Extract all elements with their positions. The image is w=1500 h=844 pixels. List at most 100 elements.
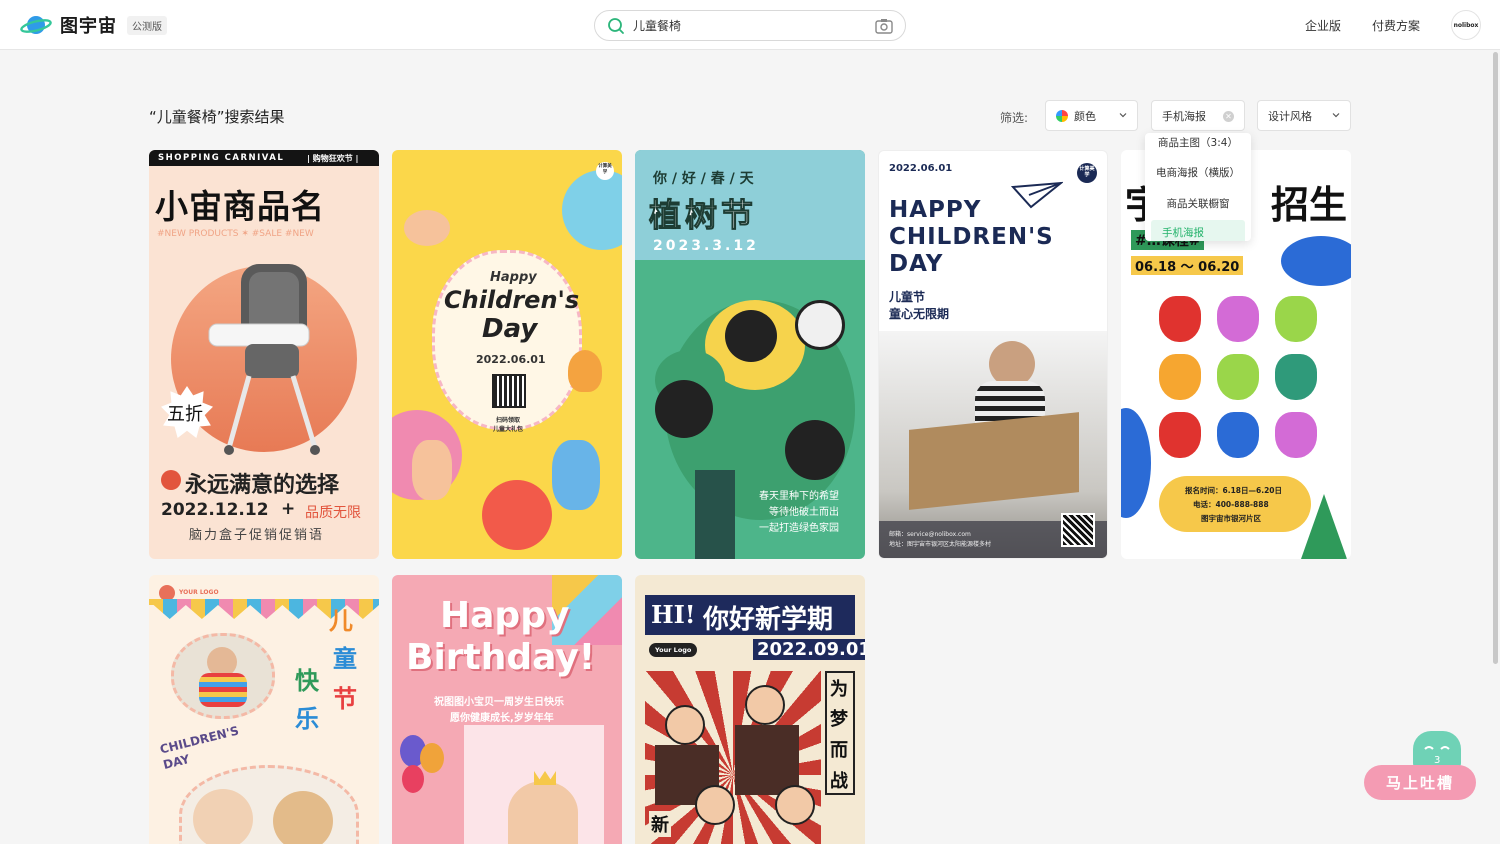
search-input[interactable] bbox=[633, 18, 863, 33]
line-1: 春天里种下的希望 bbox=[759, 491, 839, 502]
event-date: 2022.06.01 bbox=[889, 163, 953, 174]
line-1: 祝图图小宝贝一周岁生日快乐 bbox=[434, 697, 564, 708]
info-2: 电话：400-888-888 bbox=[1193, 500, 1269, 509]
header-text: 你 / 好 / 春 / 天 bbox=[653, 171, 754, 187]
discount-badge: 五折 bbox=[167, 404, 203, 425]
size-filter[interactable]: 手机海报 ✕ bbox=[1151, 100, 1245, 131]
feedback-button[interactable]: 马上吐槽 bbox=[1364, 765, 1476, 800]
qr-caption-2: 儿童大礼包 bbox=[493, 426, 524, 433]
line-3: 一起打造绿色家园 bbox=[759, 523, 839, 534]
results-title: “儿童餐椅”搜索结果 bbox=[149, 108, 285, 126]
banner-left: SHOPPING CARNIVAL bbox=[158, 153, 285, 163]
top-header: 图宇宙 公测版 企业版 付费方案 nolibox bbox=[0, 0, 1500, 50]
product-tags: #NEW PRODUCTS ✶ #SALE #NEW bbox=[157, 229, 314, 239]
template-preview: 2022.06.01 计算美学 HAPPY CHILDREN'S DAY 儿童节… bbox=[879, 151, 1107, 558]
template-card[interactable]: 2022.06.01 计算美学 HAPPY CHILDREN'S DAY 儿童节… bbox=[878, 150, 1108, 559]
char-3: 快 bbox=[295, 667, 319, 695]
avatar[interactable]: nolibox bbox=[1451, 10, 1481, 40]
template-preview: YOUR LOGO 儿 童 快 节 乐 CHILDREN'S DAY bbox=[149, 575, 379, 844]
clear-icon[interactable]: ✕ bbox=[1223, 111, 1234, 122]
search-bar[interactable] bbox=[594, 10, 906, 41]
vertical-char-4: 战 bbox=[830, 771, 848, 792]
title-line2: CHILDREN'S bbox=[889, 224, 1054, 250]
template-card[interactable]: 你 / 好 / 春 / 天 植树节 2023.3.12 春天里种下的希望 等待他… bbox=[635, 150, 865, 559]
qr-caption-1: 扫码领取 bbox=[496, 417, 521, 424]
char-2: 童 bbox=[333, 645, 357, 673]
logo-badge: Your Logo bbox=[649, 643, 698, 657]
chevron-down-icon bbox=[1119, 113, 1127, 118]
camera-icon[interactable] bbox=[875, 18, 893, 34]
dropdown-option-selected[interactable]: 手机海报 bbox=[1151, 220, 1245, 241]
template-preview: SHOPPING CARNIVAL | 购物狂欢节 | 小宙商品名 #NEW P… bbox=[149, 150, 379, 559]
title-right: 招生 bbox=[1271, 183, 1348, 227]
vertical-char-2: 梦 bbox=[830, 709, 848, 730]
template-card[interactable]: Happy Birthday! 祝图图小宝贝一周岁生日快乐 愿你健康成长,岁岁年… bbox=[392, 575, 622, 844]
dropdown-option[interactable]: 商品关联橱窗 bbox=[1145, 196, 1251, 211]
pricing-link[interactable]: 付费方案 bbox=[1372, 17, 1420, 34]
title-line1: Children's bbox=[444, 286, 580, 314]
template-card[interactable]: Happy Children's Day 2022.06.01 扫码领取 儿童大… bbox=[392, 150, 622, 559]
event-date: 2023.3.12 bbox=[653, 238, 759, 254]
qr-code bbox=[492, 374, 526, 408]
title-line1: HAPPY bbox=[889, 197, 982, 223]
dropdown-option[interactable]: 商品主图（3:4） bbox=[1145, 135, 1251, 150]
corner-mark: 计算美学 bbox=[1079, 166, 1095, 178]
color-filter[interactable]: 颜色 bbox=[1045, 100, 1138, 131]
banner-right: | 购物狂欢节 | bbox=[307, 154, 359, 163]
title-line2: Day bbox=[482, 314, 538, 344]
enterprise-link[interactable]: 企业版 bbox=[1305, 17, 1341, 34]
english-line1: CHILDREN'S bbox=[158, 723, 241, 757]
color-filter-label: 颜色 bbox=[1074, 109, 1096, 123]
bottom-char: 新 bbox=[649, 811, 671, 837]
happy-text: Happy bbox=[490, 270, 537, 285]
template-card[interactable]: YOUR LOGO 儿 童 快 节 乐 CHILDREN'S DAY bbox=[149, 575, 379, 844]
template-card[interactable]: SHOPPING CARNIVAL | 购物狂欢节 | 小宙商品名 #NEW P… bbox=[149, 150, 379, 559]
address-text: 地址：图宇宙市银河区太阳能源楼多村 bbox=[889, 541, 992, 548]
vertical-char-3: 而 bbox=[830, 740, 848, 761]
info-3: 图宇宙市银河片区 bbox=[1201, 514, 1261, 523]
brand-logo[interactable]: 图宇宙 公测版 bbox=[20, 12, 167, 38]
quality-text: 品质无限 bbox=[305, 505, 361, 521]
brand-name: 图宇宙 bbox=[60, 16, 117, 37]
template-preview: Happy Children's Day 2022.06.01 扫码领取 儿童大… bbox=[392, 150, 622, 559]
search-icon bbox=[607, 17, 625, 35]
char-4: 节 bbox=[333, 685, 357, 713]
size-filter-label: 手机海报 bbox=[1162, 109, 1206, 123]
subtitle-2: 童心无限期 bbox=[889, 307, 950, 321]
template-preview: 你 / 好 / 春 / 天 植树节 2023.3.12 春天里种下的希望 等待他… bbox=[635, 150, 865, 559]
template-card[interactable]: HI! 你好新学期 Your Logo 2022.09.01 为 梦 而 战 新 bbox=[635, 575, 865, 844]
template-preview: HI! 你好新学期 Your Logo 2022.09.01 为 梦 而 战 新 bbox=[635, 575, 865, 844]
hi-text: HI! bbox=[651, 600, 696, 629]
event-date: 2022.09.01 bbox=[753, 639, 865, 660]
event-date: 06.18 ～ 06.20 bbox=[1131, 256, 1244, 275]
subtitle-1: 儿童节 bbox=[889, 290, 926, 304]
scrollbar-thumb[interactable] bbox=[1493, 52, 1498, 664]
filter-label: 筛选: bbox=[1000, 111, 1029, 125]
title-text: 植树节 bbox=[648, 196, 758, 235]
title-text: 你好新学期 bbox=[703, 605, 834, 635]
dropdown-option[interactable]: 电商海报（横版） bbox=[1145, 165, 1251, 180]
color-wheel-icon bbox=[1056, 109, 1068, 122]
paper-plane-icon bbox=[1011, 181, 1063, 209]
qr-code bbox=[1061, 513, 1095, 547]
footer-text: 脑力盒子促销促销语 bbox=[189, 528, 325, 543]
product-title: 小宙商品名 bbox=[155, 187, 325, 226]
char-5: 乐 bbox=[295, 705, 319, 733]
style-filter-label: 设计风格 bbox=[1268, 109, 1312, 123]
corner-mark: 计算美学 bbox=[598, 164, 612, 175]
beta-badge: 公测版 bbox=[127, 15, 167, 35]
line-2: 愿你健康成长,岁岁年年 bbox=[450, 713, 554, 724]
style-filter[interactable]: 设计风格 bbox=[1257, 100, 1351, 131]
template-preview: Happy Birthday! 祝图图小宝贝一周岁生日快乐 愿你健康成长,岁岁年… bbox=[392, 575, 622, 844]
planet-logo-icon bbox=[20, 13, 52, 37]
plus-sign: + bbox=[281, 499, 296, 519]
title-line3: DAY bbox=[889, 251, 944, 277]
vertical-char-1: 为 bbox=[830, 679, 848, 700]
char-1: 儿 bbox=[329, 607, 353, 635]
info-1: 报名时间：6.18日—6.20日 bbox=[1185, 486, 1283, 495]
event-date: 2022.06.01 bbox=[476, 353, 546, 366]
slogan: 永远满意的选择 bbox=[185, 473, 340, 498]
line-2: 等待他破土而出 bbox=[769, 507, 839, 518]
chevron-down-icon bbox=[1332, 113, 1340, 118]
high-chair-image bbox=[208, 264, 320, 455]
